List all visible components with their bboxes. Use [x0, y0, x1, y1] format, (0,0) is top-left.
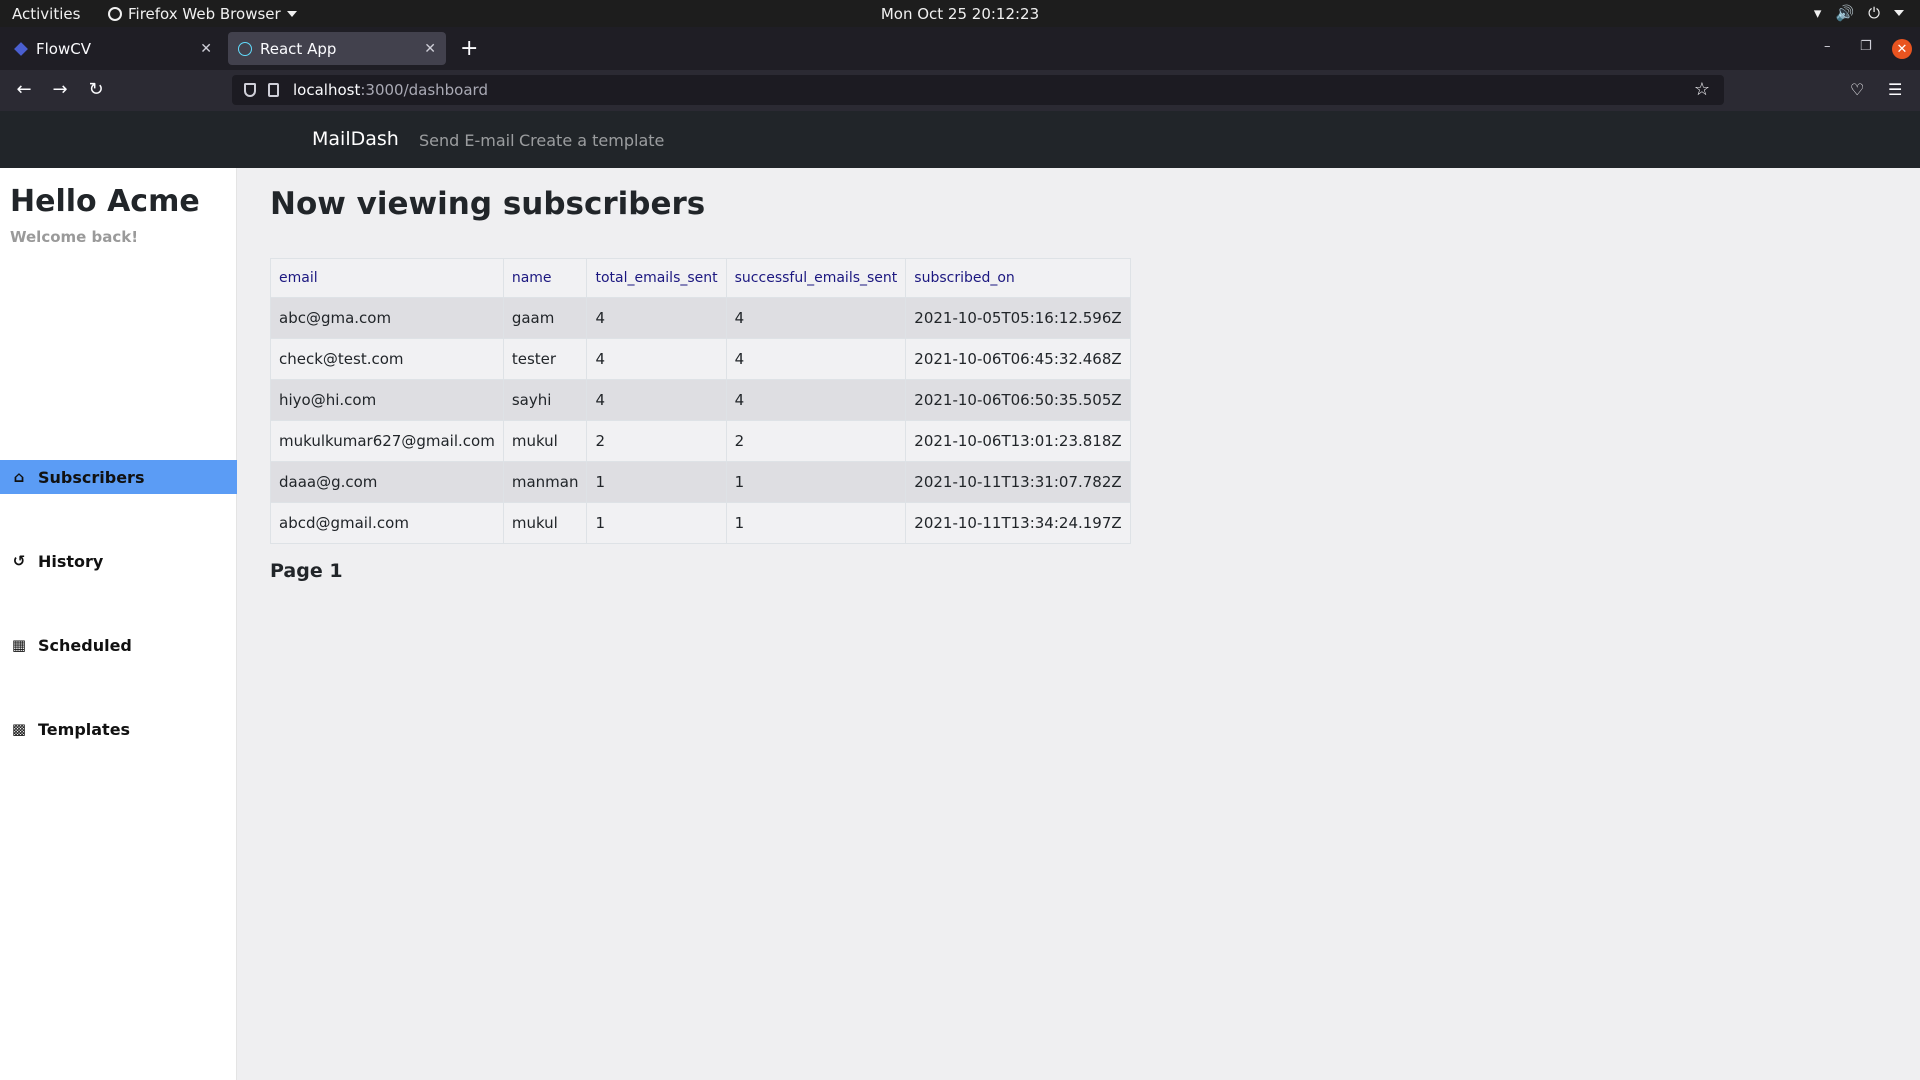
pocket-icon[interactable]: ♡ — [1850, 80, 1864, 99]
nav-send-email[interactable]: Send E-mail — [419, 131, 515, 150]
table-row: daaa@g.com manman 1 1 2021-10-11T13:31:0… — [270, 461, 1131, 503]
subscribers-table: email name total_emails_sent successful_… — [270, 258, 1131, 544]
url-path: :3000/dashboard — [360, 81, 488, 99]
clock[interactable]: Mon Oct 25 20:12:23 — [0, 5, 1920, 23]
cell-total: 2 — [586, 420, 727, 462]
cell-subscribed-on: 2021-10-11T13:34:24.197Z — [905, 502, 1131, 544]
column-header-name[interactable]: name — [502, 258, 588, 298]
cell-name: manman — [502, 461, 588, 503]
welcome-text: Welcome back! — [10, 228, 139, 246]
cell-total: 4 — [586, 338, 727, 380]
cell-email: daaa@g.com — [270, 461, 504, 503]
cell-subscribed-on: 2021-10-06T06:45:32.468Z — [905, 338, 1131, 380]
page-title: Now viewing subscribers — [270, 186, 706, 222]
sidebar-item-label: Scheduled — [38, 635, 132, 655]
window-close-icon[interactable]: ✕ — [1892, 39, 1912, 59]
volume-icon: 🔊 — [1835, 4, 1855, 22]
cell-total: 1 — [586, 502, 727, 544]
main-content: Now viewing subscribers email name total… — [238, 168, 1920, 1080]
flowcv-favicon-icon — [14, 41, 28, 56]
system-tray[interactable]: ▾ 🔊 ⏻ — [1814, 4, 1904, 22]
sidebar-item-label: Templates — [38, 719, 131, 739]
cell-name: tester — [502, 338, 588, 380]
close-icon[interactable]: ✕ — [200, 41, 212, 57]
url-bar[interactable]: localhost:3000/dashboard ☆ — [232, 75, 1724, 105]
cell-subscribed-on: 2021-10-06T13:01:23.818Z — [905, 420, 1131, 462]
table-row: mukulkumar627@gmail.com mukul 2 2 2021-1… — [270, 420, 1131, 462]
cell-successful: 1 — [725, 461, 907, 503]
forward-icon[interactable]: → — [48, 79, 72, 100]
cell-name: mukul — [502, 420, 588, 462]
cell-successful: 4 — [725, 379, 907, 421]
sidebar-item-history[interactable]: ↺ History — [0, 544, 237, 578]
greeting: Hello Acme — [10, 184, 200, 219]
cell-subscribed-on: 2021-10-05T05:16:12.596Z — [905, 297, 1131, 339]
chevron-down-icon — [1894, 10, 1904, 16]
cell-successful: 2 — [725, 420, 907, 462]
home-icon: ⌂ — [13, 468, 25, 486]
cell-name: sayhi — [502, 379, 588, 421]
minimize-icon[interactable]: – — [1824, 39, 1831, 54]
system-top-bar: Activities Firefox Web Browser Mon Oct 2… — [0, 0, 1920, 27]
column-header-total-emails-sent[interactable]: total_emails_sent — [586, 258, 727, 298]
power-icon: ⏻ — [1868, 4, 1880, 22]
cell-email: abc@gma.com — [270, 297, 504, 339]
column-header-successful-emails-sent[interactable]: successful_emails_sent — [725, 258, 907, 298]
bookmark-star-icon[interactable]: ☆ — [1694, 79, 1710, 100]
restore-icon[interactable]: ❐ — [1860, 39, 1872, 54]
cell-email: mukulkumar627@gmail.com — [270, 420, 504, 462]
sidebar-item-templates[interactable]: ▩ Templates — [0, 712, 237, 746]
shield-icon[interactable] — [244, 83, 256, 97]
url-host: localhost — [293, 81, 361, 99]
hamburger-menu-icon[interactable]: ☰ — [1888, 80, 1902, 99]
nav-create-template[interactable]: Create a template — [519, 131, 664, 150]
cell-subscribed-on: 2021-10-06T06:50:35.505Z — [905, 379, 1131, 421]
app-navbar: MailDash Send E-mail Create a template — [0, 111, 1920, 168]
cell-subscribed-on: 2021-10-11T13:31:07.782Z — [905, 461, 1131, 503]
table-header-row: email name total_emails_sent successful_… — [270, 258, 1131, 298]
table-row: abcd@gmail.com mukul 1 1 2021-10-11T13:3… — [270, 502, 1131, 544]
sidebar-item-scheduled[interactable]: ▦ Scheduled — [0, 628, 237, 662]
back-icon[interactable]: ← — [12, 79, 36, 100]
tab-flowcv[interactable]: FlowCV ✕ — [4, 32, 222, 65]
book-icon: ▩ — [11, 720, 27, 738]
table-row: check@test.com tester 4 4 2021-10-06T06:… — [270, 338, 1131, 380]
sidebar: Hello Acme Welcome back! ⌂ Subscribers ↺… — [0, 168, 237, 1080]
sidebar-item-label: Subscribers — [38, 467, 145, 487]
react-favicon-icon — [238, 41, 252, 56]
reload-icon[interactable]: ↻ — [84, 79, 108, 100]
cell-email: hiyo@hi.com — [270, 379, 504, 421]
tab-react-app[interactable]: React App ✕ — [228, 32, 446, 65]
cell-name: gaam — [502, 297, 588, 339]
table-row: abc@gma.com gaam 4 4 2021-10-05T05:16:12… — [270, 297, 1131, 339]
sidebar-item-subscribers[interactable]: ⌂ Subscribers — [0, 460, 237, 494]
tab-label: React App — [260, 39, 337, 58]
cell-successful: 1 — [725, 502, 907, 544]
table-row: hiyo@hi.com sayhi 4 4 2021-10-06T06:50:3… — [270, 379, 1131, 421]
calendar-icon: ▦ — [11, 636, 27, 654]
cell-successful: 4 — [725, 338, 907, 380]
pagination-label: Page 1 — [270, 560, 343, 582]
column-header-subscribed-on[interactable]: subscribed_on — [905, 258, 1131, 298]
cell-total: 1 — [586, 461, 727, 503]
cell-total: 4 — [586, 379, 727, 421]
cell-email: check@test.com — [270, 338, 504, 380]
browser-toolbar: ← → ↻ localhost:3000/dashboard ☆ ♡ ☰ — [0, 70, 1920, 111]
close-icon[interactable]: ✕ — [424, 41, 436, 57]
tab-strip: FlowCV ✕ React App ✕ + – ❐ ✕ — [0, 27, 1920, 70]
tab-label: FlowCV — [36, 39, 91, 58]
sidebar-item-label: History — [38, 551, 104, 571]
cell-successful: 4 — [725, 297, 907, 339]
page-icon[interactable] — [268, 83, 279, 97]
column-header-email[interactable]: email — [270, 258, 504, 298]
wifi-icon: ▾ — [1813, 4, 1822, 22]
brand-link[interactable]: MailDash — [312, 128, 399, 150]
cell-name: mukul — [502, 502, 588, 544]
history-icon: ↺ — [12, 552, 26, 570]
new-tab-button[interactable]: + — [460, 36, 478, 61]
cell-total: 4 — [586, 297, 727, 339]
cell-email: abcd@gmail.com — [270, 502, 504, 544]
